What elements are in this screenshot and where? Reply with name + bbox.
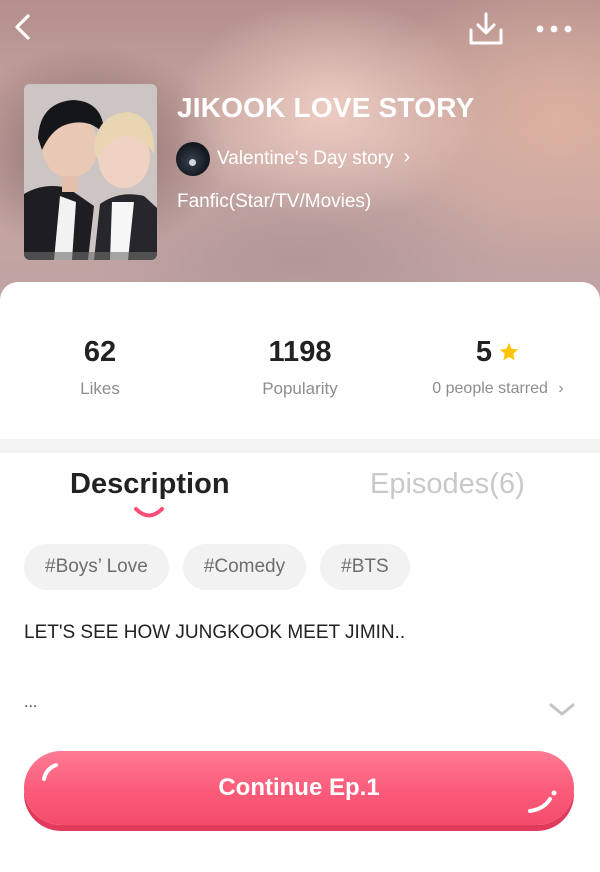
chevron-down-icon[interactable] bbox=[548, 702, 576, 718]
tab-description[interactable]: Description bbox=[70, 468, 230, 501]
tag-list: #Boys’ Love #Comedy #BTS bbox=[24, 544, 410, 590]
popularity-label: Popularity bbox=[262, 379, 338, 398]
tag-boys-love[interactable]: #Boys’ Love bbox=[24, 544, 169, 590]
star-icon bbox=[499, 342, 519, 361]
story-category: Fanfic(Star/TV/Movies) bbox=[177, 191, 372, 212]
tag-comedy[interactable]: #Comedy bbox=[182, 544, 307, 590]
continue-button-label: Continue Ep.1 bbox=[218, 774, 380, 801]
author-avatar bbox=[176, 142, 210, 176]
story-description: LET'S SEE HOW JUNGKOOK MEET JIMIN.. bbox=[24, 622, 406, 643]
stats-row: 62 Likes 1198 Popularity 5 0 people star… bbox=[0, 332, 600, 422]
active-tab-indicator bbox=[134, 507, 164, 518]
story-title: JIKOOK LOVE STORY bbox=[177, 92, 475, 123]
author-link[interactable]: Valentine's Day story › bbox=[176, 142, 410, 176]
rating-value: 5 bbox=[475, 336, 493, 368]
more-icon[interactable] bbox=[532, 14, 576, 44]
back-icon[interactable] bbox=[6, 10, 40, 44]
download-icon[interactable] bbox=[466, 10, 506, 48]
popularity-count: 1198 bbox=[268, 336, 332, 368]
starred-label[interactable]: 0 people starred › bbox=[398, 380, 598, 398]
chevron-right-icon: › bbox=[558, 380, 564, 397]
description-ellipsis: ... bbox=[24, 694, 38, 711]
tab-episodes[interactable]: Episodes(6) bbox=[370, 468, 525, 501]
button-shine-decoration bbox=[528, 790, 557, 813]
likes-stat: 62 Likes bbox=[0, 332, 200, 399]
story-header: JIKOOK LOVE STORY Valentine's Day story … bbox=[0, 0, 600, 300]
continue-button[interactable]: Continue Ep.1 bbox=[24, 751, 574, 825]
tag-bts[interactable]: #BTS bbox=[320, 544, 410, 590]
story-cover-image[interactable] bbox=[24, 84, 157, 260]
author-name: Valentine's Day story bbox=[217, 148, 394, 169]
popularity-stat: 1198 Popularity bbox=[200, 332, 400, 399]
rating-stat[interactable]: 5 0 people starred › bbox=[398, 332, 598, 398]
likes-label: Likes bbox=[80, 379, 120, 398]
button-shine-decoration bbox=[42, 763, 58, 781]
story-details-card: 62 Likes 1198 Popularity 5 0 people star… bbox=[0, 282, 600, 872]
chevron-right-icon: › bbox=[403, 145, 411, 168]
cover-photo bbox=[24, 84, 157, 260]
likes-count: 62 bbox=[83, 336, 117, 368]
section-divider bbox=[0, 439, 600, 453]
